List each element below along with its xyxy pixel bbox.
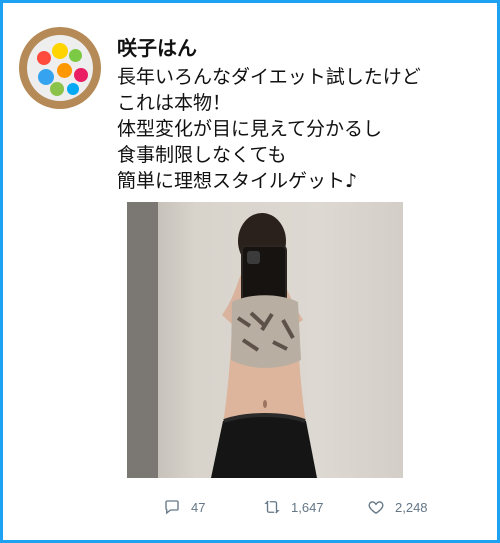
avatar[interactable] bbox=[19, 27, 101, 109]
tweet-text: 長年いろんなダイエット試したけど これは本物！ 体型変化が目に見えて分かるし 食… bbox=[117, 66, 421, 192]
fruit-dot bbox=[52, 43, 68, 59]
pants bbox=[211, 415, 317, 478]
photo-illustration bbox=[127, 202, 403, 478]
heart-icon bbox=[368, 501, 384, 515]
fruit-dot bbox=[74, 68, 88, 82]
fruit-dot bbox=[69, 49, 82, 62]
navel bbox=[263, 400, 267, 408]
reply-count: 47 bbox=[191, 499, 206, 515]
action-bar: 47 1,647 2,248 bbox=[0, 495, 500, 519]
user-name[interactable]: 咲子はん bbox=[117, 32, 197, 61]
like-count: 2,248 bbox=[395, 499, 428, 515]
retweet-count: 1,647 bbox=[291, 499, 324, 515]
phone-camera bbox=[247, 251, 260, 264]
fruit-dot bbox=[57, 63, 72, 78]
retweet-icon bbox=[264, 500, 280, 514]
fruit-dot bbox=[50, 82, 64, 96]
door bbox=[127, 202, 158, 478]
tweet-photo[interactable] bbox=[127, 202, 403, 478]
fruit-dot bbox=[37, 51, 51, 65]
fruit-dot bbox=[67, 83, 79, 95]
reply-icon bbox=[165, 500, 179, 515]
retweet-action[interactable]: 1,647 bbox=[263, 498, 324, 516]
avatar-plate bbox=[27, 35, 93, 101]
reply-action[interactable]: 47 bbox=[163, 498, 205, 516]
like-action[interactable]: 2,248 bbox=[367, 498, 428, 516]
